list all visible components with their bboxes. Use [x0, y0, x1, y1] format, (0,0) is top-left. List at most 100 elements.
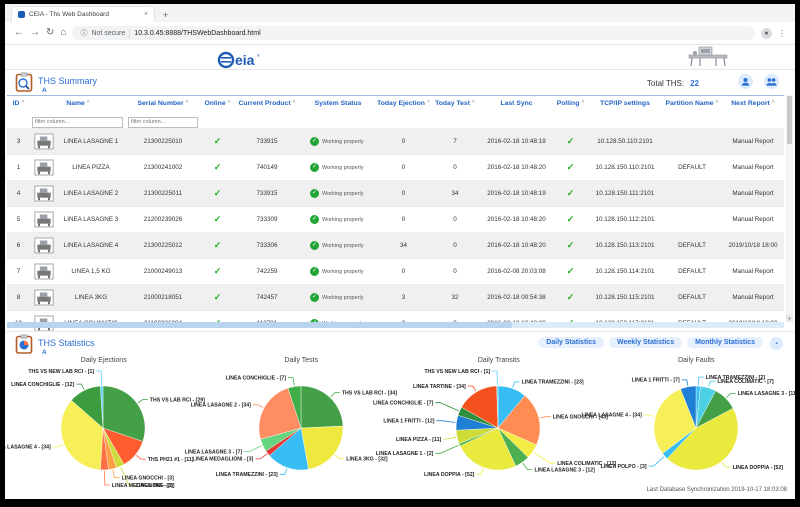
slice-label: LINEA LASAGNE 2 - [34] — [190, 403, 251, 409]
column-header-online[interactable]: Online^ — [200, 96, 235, 111]
sort-caret-icon[interactable]: ^ — [716, 100, 719, 106]
vertical-scrollbar-thumb[interactable] — [787, 96, 792, 144]
sort-caret-icon[interactable]: ^ — [427, 100, 430, 106]
sort-caret-icon[interactable]: ^ — [293, 100, 296, 106]
column-header-current-product[interactable]: Current Product^ — [235, 96, 299, 111]
home-icon[interactable]: ⌂ — [60, 28, 66, 38]
column-header-tcp-ip-settings[interactable]: TCP/IP settings — [588, 96, 662, 111]
column-header-today-ejection[interactable]: Today Ejection^ — [377, 96, 430, 111]
cell-today-ejection: 0 — [377, 181, 430, 207]
daily-statistics-button[interactable]: Daily Statistics — [538, 337, 604, 348]
slice-label: LINEA MEDAGLIONI - [3] — [192, 457, 253, 463]
vertical-scrollbar[interactable]: ▼ — [786, 95, 793, 322]
slice-label: LINEA POLPO - [3] — [600, 464, 646, 470]
summary-anchor-link[interactable]: A — [42, 87, 47, 94]
sort-caret-icon[interactable]: ^ — [87, 100, 90, 106]
filter-cell — [662, 110, 722, 129]
cell-last-sync: 2016-02-18 00:54:38 — [480, 285, 553, 311]
cell-polling: ✓ — [553, 181, 588, 207]
column-header-serial-number[interactable]: Serial Number^ — [126, 96, 200, 111]
horizontal-scrollbar-thumb[interactable] — [7, 322, 512, 328]
browser-tab[interactable]: CEIA - Ths Web Dashboard × — [11, 6, 155, 22]
horizontal-scrollbar[interactable] — [7, 322, 784, 328]
reload-icon[interactable]: ↻ — [46, 28, 54, 38]
weekly-statistics-button[interactable]: Weekly Statistics — [609, 337, 682, 348]
cell-id: 7 — [7, 259, 30, 285]
column-header-system-status[interactable]: System Status — [299, 96, 377, 111]
column-header-today-test[interactable]: Today Test^ — [430, 96, 480, 111]
status-ok-icon: ✓ — [310, 241, 319, 250]
machine-name: LINEA 3KG — [57, 294, 125, 301]
sort-caret-icon[interactable]: ^ — [186, 100, 189, 106]
sort-caret-icon[interactable]: ^ — [228, 100, 231, 106]
cell-polling: ✓ — [553, 207, 588, 233]
slice-label: LINEA PIZZA - [11] — [396, 437, 441, 443]
cell-serial: 21300225010 — [126, 129, 200, 155]
status-text: Working properly — [322, 139, 363, 145]
table-row[interactable]: 8LINEA 3KG21000218051✓742457✓Working pro… — [7, 285, 784, 311]
cell-online: ✓ — [200, 233, 235, 259]
browser-menu-icon[interactable]: ⋮ — [778, 29, 786, 38]
url-divider — [129, 29, 130, 38]
label-leader-line — [492, 371, 497, 385]
back-icon[interactable]: ← — [14, 28, 24, 38]
info-icon[interactable]: ⓘ — [80, 28, 87, 38]
label-leader-line — [443, 437, 456, 439]
table-row[interactable]: 4LINEA LASAGNE 221300225011✓733915✓Worki… — [7, 181, 784, 207]
cell-today-test: 0 — [430, 155, 480, 181]
profile-avatar[interactable]: ● — [761, 28, 772, 39]
chart-title: Daily Transits — [400, 357, 598, 364]
url-field[interactable]: ⓘ Not secure 10.3.0.45:8888/THSWebDashbo… — [72, 26, 755, 40]
table-row[interactable]: 3LINEA LASAGNE 121300225010✓733915✓Worki… — [7, 129, 784, 155]
new-tab-button[interactable]: + — [163, 10, 168, 20]
slice-label: LINEA MEDAGLIONI - [3] — [112, 483, 173, 489]
tab-close-icon[interactable]: × — [144, 11, 148, 18]
monthly-statistics-button[interactable]: Monthly Statistics — [687, 337, 763, 348]
user-button[interactable] — [738, 74, 753, 89]
cell-polling: ✓ — [553, 155, 588, 181]
tab-title: CEIA - Ths Web Dashboard — [29, 11, 109, 18]
statistics-anchor-link[interactable]: A — [42, 349, 47, 356]
column-header-name[interactable]: Name^ — [30, 96, 126, 111]
pie-svg: THS VS LAB RCI - [34]LINEA 3KG - [32]LIN… — [203, 366, 400, 492]
sort-caret-icon[interactable]: ^ — [472, 100, 475, 106]
tab-strip: CEIA - Ths Web Dashboard × + — [5, 4, 795, 22]
label-leader-line — [540, 417, 551, 418]
cell-online: ✓ — [200, 155, 235, 181]
label-leader-line — [138, 400, 148, 404]
sort-caret-icon[interactable]: ^ — [21, 100, 24, 106]
machine-thumbnail — [34, 289, 54, 306]
column-header-last-sync[interactable]: Last Sync — [480, 96, 553, 111]
table-row[interactable]: 7LINEA 1,5 KG21000249013✓742259✓Working … — [7, 259, 784, 285]
scroll-down-arrow-icon[interactable]: ▼ — [786, 315, 793, 322]
cell-last-sync: 2016-02-18 10:48:19 — [480, 129, 553, 155]
forward-icon[interactable]: → — [30, 28, 40, 38]
column-label: Today Ejection — [377, 100, 425, 107]
sort-caret-icon[interactable]: ^ — [581, 100, 584, 106]
filter-cell — [377, 110, 430, 129]
status-ok-icon: ✓ — [310, 267, 319, 276]
users-button[interactable] — [764, 74, 779, 89]
machine-name: LINEA LASAGNE 4 — [57, 242, 125, 249]
column-header-id[interactable]: ID^ — [7, 96, 30, 111]
online-check-icon: ✓ — [214, 240, 222, 250]
table-row[interactable]: 1LINEA PIZZA21300241002✓740149✓Working p… — [7, 155, 784, 181]
filter-input-name[interactable] — [32, 117, 123, 128]
status-ok-icon: ✓ — [310, 137, 319, 146]
cell-name: LINEA 1,5 KG — [30, 259, 126, 285]
label-leader-line — [523, 463, 533, 470]
cell-serial: 21300241002 — [126, 155, 200, 181]
chart-title: Daily Faults — [598, 357, 796, 364]
cell-online: ✓ — [200, 259, 235, 285]
filter-input-serial-number[interactable] — [128, 117, 198, 128]
column-header-polling[interactable]: Polling^ — [553, 96, 588, 111]
column-header-next-report[interactable]: Next Report^ — [722, 96, 784, 111]
cell-name: LINEA PIZZA — [30, 155, 126, 181]
statistics-more-button[interactable]: ▪ — [770, 337, 783, 350]
machine-name: LINEA LASAGNE 1 — [57, 138, 125, 145]
sort-caret-icon[interactable]: ^ — [772, 100, 775, 106]
table-row[interactable]: 6LINEA LASAGNE 421300225012✓733306✓Worki… — [7, 233, 784, 259]
column-header-partition-name[interactable]: Partition Name^ — [662, 96, 722, 111]
table-row[interactable]: 5LINEA LASAGNE 321200239026✓733309✓Worki… — [7, 207, 784, 233]
filter-cell — [553, 110, 588, 129]
